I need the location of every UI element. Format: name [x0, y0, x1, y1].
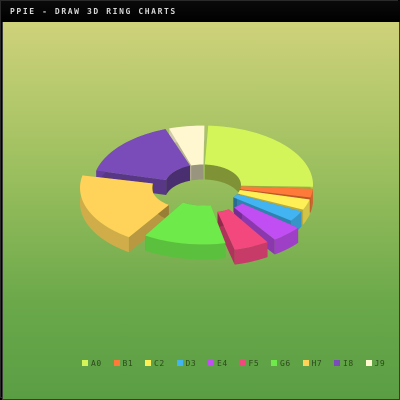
- legend-item: E4: [208, 358, 228, 370]
- legend-swatch: [271, 360, 277, 366]
- legend-item: J9: [365, 358, 386, 370]
- legend-label: F5: [248, 359, 260, 368]
- legend-item: H7: [302, 358, 323, 370]
- legend-label: A0: [91, 359, 102, 368]
- legend-label: D3: [185, 359, 197, 368]
- ring-chart: [80, 125, 313, 265]
- legend-item: B1: [113, 358, 134, 370]
- legend-label: I8: [343, 359, 354, 368]
- legend-swatch: [176, 360, 183, 366]
- legend-swatch: [334, 360, 340, 366]
- legend-swatch: [113, 360, 120, 366]
- legend-item: I8: [334, 358, 354, 370]
- legend-label: B1: [122, 359, 134, 368]
- legend: A0 B1 C2 D3 E4 F5 G6 H7 I8 J9: [82, 358, 400, 370]
- legend-swatch: [82, 360, 88, 366]
- plot-area: A0 B1 C2 D3 E4 F5 G6 H7 I8 J9: [2, 22, 400, 400]
- legend-label: H7: [311, 359, 323, 368]
- legend-item: F5: [239, 358, 260, 370]
- legend-item: C2: [145, 358, 165, 370]
- legend-label: G6: [280, 359, 291, 368]
- legend-label: C2: [154, 359, 165, 368]
- legend-item: G6: [271, 358, 291, 370]
- legend-swatch: [365, 360, 372, 366]
- legend-item: D3: [176, 358, 197, 370]
- legend-swatch: [302, 360, 309, 366]
- slice-inner-wall: [191, 164, 204, 181]
- legend-swatch: [239, 360, 246, 366]
- legend-label: E4: [217, 359, 228, 368]
- window-title: PPIE - DRAW 3D RING CHARTS: [1, 1, 400, 22]
- legend-item: A0: [82, 358, 102, 370]
- chart-window: PPIE - DRAW 3D RING CHARTS A0 B1 C2 D3 E4 F5 G…: [0, 0, 400, 400]
- legend-label: J9: [374, 359, 386, 368]
- legend-swatch: [208, 360, 214, 366]
- legend-swatch: [145, 360, 151, 366]
